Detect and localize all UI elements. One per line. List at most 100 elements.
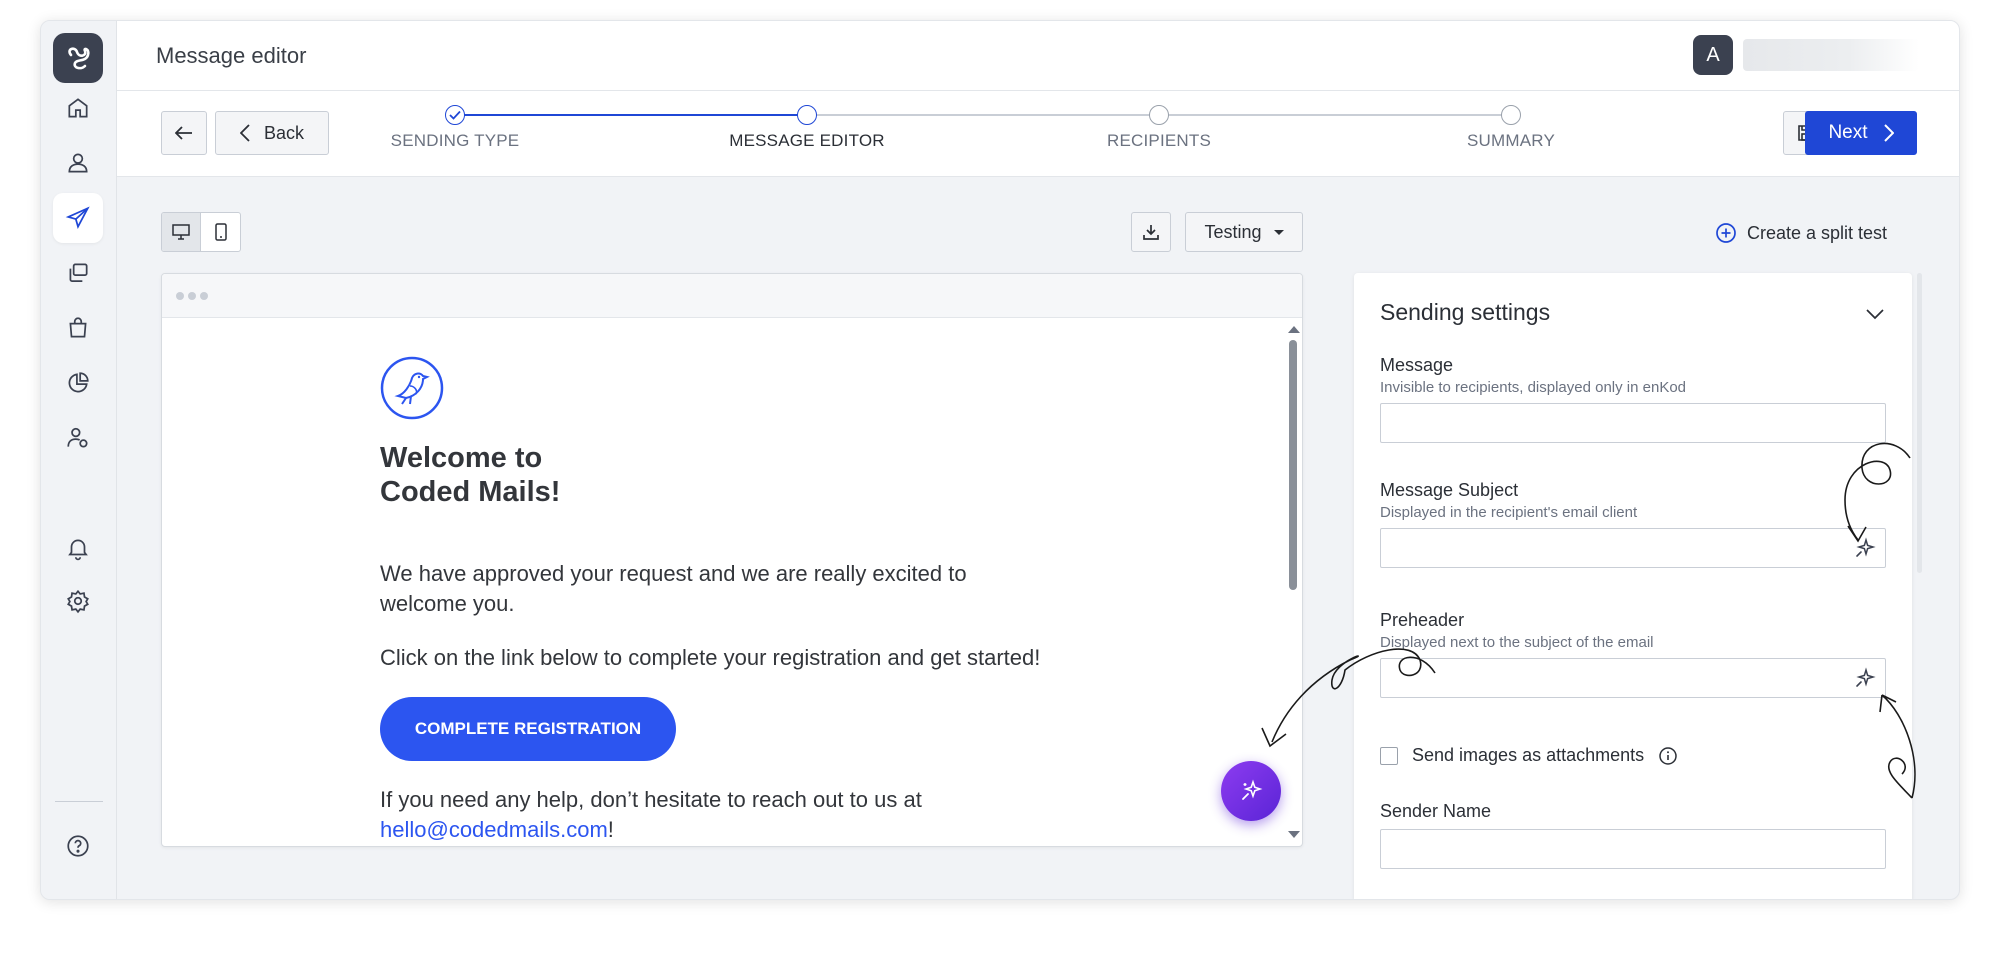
desktop-view-button[interactable] bbox=[162, 213, 202, 251]
email-heading: Welcome to Coded Mails! bbox=[380, 442, 561, 508]
chevron-down-icon[interactable] bbox=[1864, 303, 1886, 325]
sidebar-divider bbox=[55, 801, 103, 802]
bird-icon bbox=[380, 356, 444, 420]
nav-analytics[interactable] bbox=[53, 358, 103, 408]
preview-scrollbar[interactable] bbox=[1284, 318, 1302, 846]
nav-products[interactable] bbox=[53, 303, 103, 353]
subject-input[interactable] bbox=[1380, 528, 1886, 568]
copy-icon bbox=[69, 263, 88, 282]
step-dot bbox=[797, 105, 817, 125]
user-settings-icon bbox=[67, 427, 88, 448]
info-icon[interactable] bbox=[1658, 746, 1678, 766]
nav-templates[interactable] bbox=[53, 248, 103, 298]
contact-email-link[interactable]: hello@codedmails.com bbox=[380, 817, 608, 842]
step-dot bbox=[1149, 105, 1169, 125]
check-icon bbox=[449, 110, 461, 120]
message-help: Invisible to recipients, displayed only … bbox=[1380, 379, 1687, 396]
send-icon bbox=[65, 206, 90, 229]
nav-settings[interactable] bbox=[53, 576, 103, 626]
sending-settings-panel: Sending settings Message Invisible to re… bbox=[1354, 273, 1912, 899]
home-icon bbox=[68, 98, 88, 118]
mobile-view-button[interactable] bbox=[201, 213, 240, 251]
app-window: Message editor A Back SENDING TYPE MESSA… bbox=[40, 20, 1960, 900]
window-dots bbox=[176, 292, 208, 300]
step-dot bbox=[445, 105, 465, 125]
email-help-text: If you need any help, don’t hesitate to … bbox=[380, 787, 922, 812]
nav-home[interactable] bbox=[53, 83, 103, 133]
avatar[interactable]: A bbox=[1693, 35, 1733, 75]
chevron-left-icon bbox=[239, 124, 250, 142]
chevron-right-icon bbox=[1883, 124, 1894, 142]
settings-title: Sending settings bbox=[1380, 299, 1551, 325]
email-paragraph-approved: We have approved your request and we are… bbox=[380, 561, 967, 616]
scroll-up-icon[interactable] bbox=[1288, 326, 1300, 333]
complete-registration-button[interactable]: COMPLETE REGISTRATION bbox=[380, 697, 676, 761]
bell-icon bbox=[68, 539, 88, 561]
arrow-back-button[interactable] bbox=[161, 111, 207, 155]
step-message-editor[interactable]: MESSAGE EDITOR bbox=[697, 105, 917, 151]
sidebar bbox=[41, 21, 117, 899]
stepper-bar: Back SENDING TYPE MESSAGE EDITOR RECIPIE… bbox=[117, 91, 1959, 177]
next-button[interactable]: Next bbox=[1805, 111, 1917, 155]
email-paragraph-link: Click on the link below to complete your… bbox=[380, 645, 1041, 670]
arrow-left-icon bbox=[175, 126, 192, 140]
mobile-icon bbox=[214, 223, 227, 241]
attachments-label: Send images as attachments bbox=[1412, 745, 1645, 765]
preview-window-bar bbox=[162, 274, 1302, 318]
email-help-suffix: ! bbox=[607, 817, 614, 842]
nav-help[interactable] bbox=[53, 821, 103, 871]
nav-contacts[interactable] bbox=[53, 138, 103, 188]
email-preview: Welcome to Coded Mails! We have approved… bbox=[161, 273, 1303, 847]
step-label: MESSAGE EDITOR bbox=[729, 131, 885, 150]
nav-notifications[interactable] bbox=[53, 523, 103, 573]
email-content: Welcome to Coded Mails! We have approved… bbox=[380, 356, 1080, 845]
testing-dropdown-label: Testing bbox=[1204, 221, 1262, 242]
step-recipients[interactable]: RECIPIENTS bbox=[1049, 105, 1269, 151]
split-test-label: Create a split test bbox=[1747, 222, 1888, 243]
scroll-down-icon[interactable] bbox=[1288, 831, 1300, 838]
sender-name-label: Sender Name bbox=[1380, 801, 1492, 821]
pie-chart-icon bbox=[68, 372, 89, 393]
step-label: RECIPIENTS bbox=[1106, 131, 1212, 150]
download-icon bbox=[1143, 225, 1159, 240]
message-input[interactable] bbox=[1380, 403, 1886, 443]
page-title: Message editor bbox=[156, 43, 307, 68]
sparkle-icon[interactable] bbox=[1854, 537, 1876, 559]
create-split-test-link[interactable]: Create a split test bbox=[1715, 222, 1887, 244]
sparkle-icon[interactable] bbox=[1854, 667, 1876, 689]
download-button[interactable] bbox=[1131, 212, 1171, 252]
help-icon bbox=[67, 835, 89, 857]
plus-circle-icon bbox=[1716, 223, 1736, 243]
message-label: Message bbox=[1380, 355, 1454, 375]
attachments-option: Send images as attachments bbox=[1380, 745, 1678, 766]
sender-name-input[interactable] bbox=[1380, 829, 1886, 869]
back-button[interactable]: Back bbox=[215, 111, 329, 155]
preheader-label: Preheader bbox=[1380, 610, 1465, 630]
bag-icon bbox=[69, 317, 87, 338]
step-label: SENDING TYPE bbox=[390, 131, 520, 150]
subject-label: Message Subject bbox=[1380, 480, 1519, 500]
step-sending-type[interactable]: SENDING TYPE bbox=[345, 105, 565, 151]
subject-help: Displayed in the recipient's email clien… bbox=[1380, 504, 1638, 521]
settings-scrollbar[interactable] bbox=[1917, 273, 1922, 573]
app-logo[interactable] bbox=[53, 33, 103, 83]
attachments-checkbox[interactable] bbox=[1380, 746, 1398, 765]
step-dot bbox=[1501, 105, 1521, 125]
top-header: Message editor A bbox=[117, 21, 1959, 91]
user-name-redacted bbox=[1743, 39, 1919, 71]
caret-down-icon bbox=[1273, 229, 1284, 235]
step-label: SUMMARY bbox=[1467, 131, 1555, 150]
nav-messages[interactable] bbox=[53, 193, 103, 243]
scrollbar-thumb[interactable] bbox=[1289, 340, 1297, 590]
step-summary[interactable]: SUMMARY bbox=[1401, 105, 1621, 151]
back-button-label: Back bbox=[263, 122, 305, 143]
next-button-label: Next bbox=[1828, 122, 1868, 143]
user-icon bbox=[68, 153, 88, 173]
nav-user-settings[interactable] bbox=[53, 413, 103, 463]
preheader-input[interactable] bbox=[1380, 658, 1886, 698]
desktop-icon bbox=[172, 224, 190, 240]
ai-assistant-button[interactable] bbox=[1221, 761, 1281, 821]
testing-dropdown[interactable]: Testing bbox=[1185, 212, 1303, 252]
view-toggle bbox=[161, 212, 241, 252]
sparkle-icon bbox=[1242, 779, 1263, 800]
